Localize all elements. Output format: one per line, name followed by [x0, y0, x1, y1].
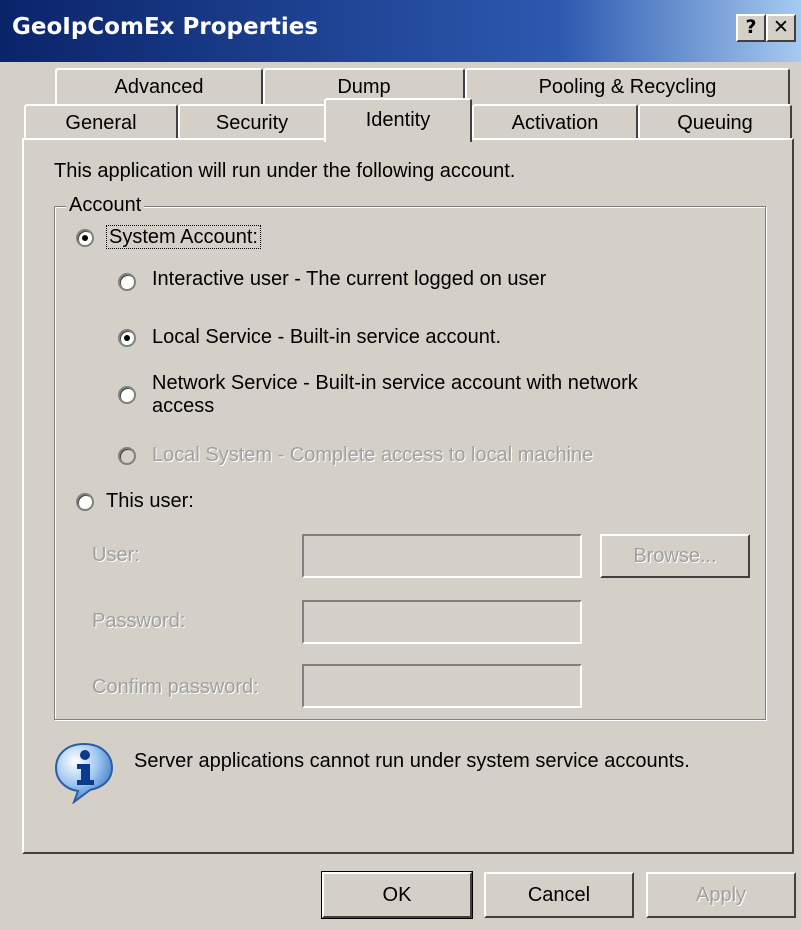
cancel-button[interactable]: Cancel — [484, 872, 634, 918]
local-system-label: Local System - Complete access to local … — [152, 444, 594, 466]
tab-queuing[interactable]: Queuing — [638, 104, 792, 140]
system-account-radio[interactable] — [76, 229, 94, 247]
browse-button: Browse... — [600, 534, 750, 578]
question-icon: ? — [745, 16, 757, 38]
interactive-user-label[interactable]: Interactive user - The current logged on… — [152, 268, 546, 291]
tab-general[interactable]: General — [24, 104, 178, 140]
network-service-label[interactable]: Network Service - Built-in service accou… — [152, 372, 638, 418]
help-button[interactable]: ? — [736, 14, 766, 42]
tab-security[interactable]: Security — [178, 104, 326, 140]
interactive-user-radio[interactable] — [118, 273, 136, 291]
intro-text: This application will run under the foll… — [54, 160, 516, 182]
tab-advanced[interactable]: Advanced — [55, 68, 263, 106]
local-service-radio[interactable] — [118, 329, 136, 347]
confirm-password-label: Confirm password: — [92, 676, 259, 698]
confirm-password-input — [302, 664, 582, 708]
password-label: Password: — [92, 610, 186, 632]
ok-button[interactable]: OK — [321, 871, 473, 919]
tab-identity[interactable]: Identity — [324, 98, 472, 142]
local-system-radio — [118, 447, 136, 465]
apply-button: Apply — [646, 872, 796, 918]
tab-activation[interactable]: Activation — [472, 104, 638, 140]
local-service-label[interactable]: Local Service - Built-in service account… — [152, 326, 501, 349]
user-input — [302, 534, 582, 578]
this-user-label[interactable]: This user: — [106, 490, 194, 513]
password-input — [302, 600, 582, 644]
network-service-radio[interactable] — [118, 386, 136, 404]
window-title: GeoIpComEx Properties — [12, 14, 319, 40]
this-user-radio[interactable] — [76, 493, 94, 511]
info-text: Server applications cannot run under sys… — [134, 750, 690, 772]
account-group-label: Account — [66, 194, 145, 217]
system-account-label[interactable]: System Account: — [106, 225, 261, 249]
user-label: User: — [92, 544, 140, 566]
info-icon — [52, 740, 116, 805]
tab-pooling-recycling[interactable]: Pooling & Recycling — [465, 68, 790, 106]
close-icon: ✕ — [773, 16, 789, 38]
close-button[interactable]: ✕ — [766, 14, 796, 42]
